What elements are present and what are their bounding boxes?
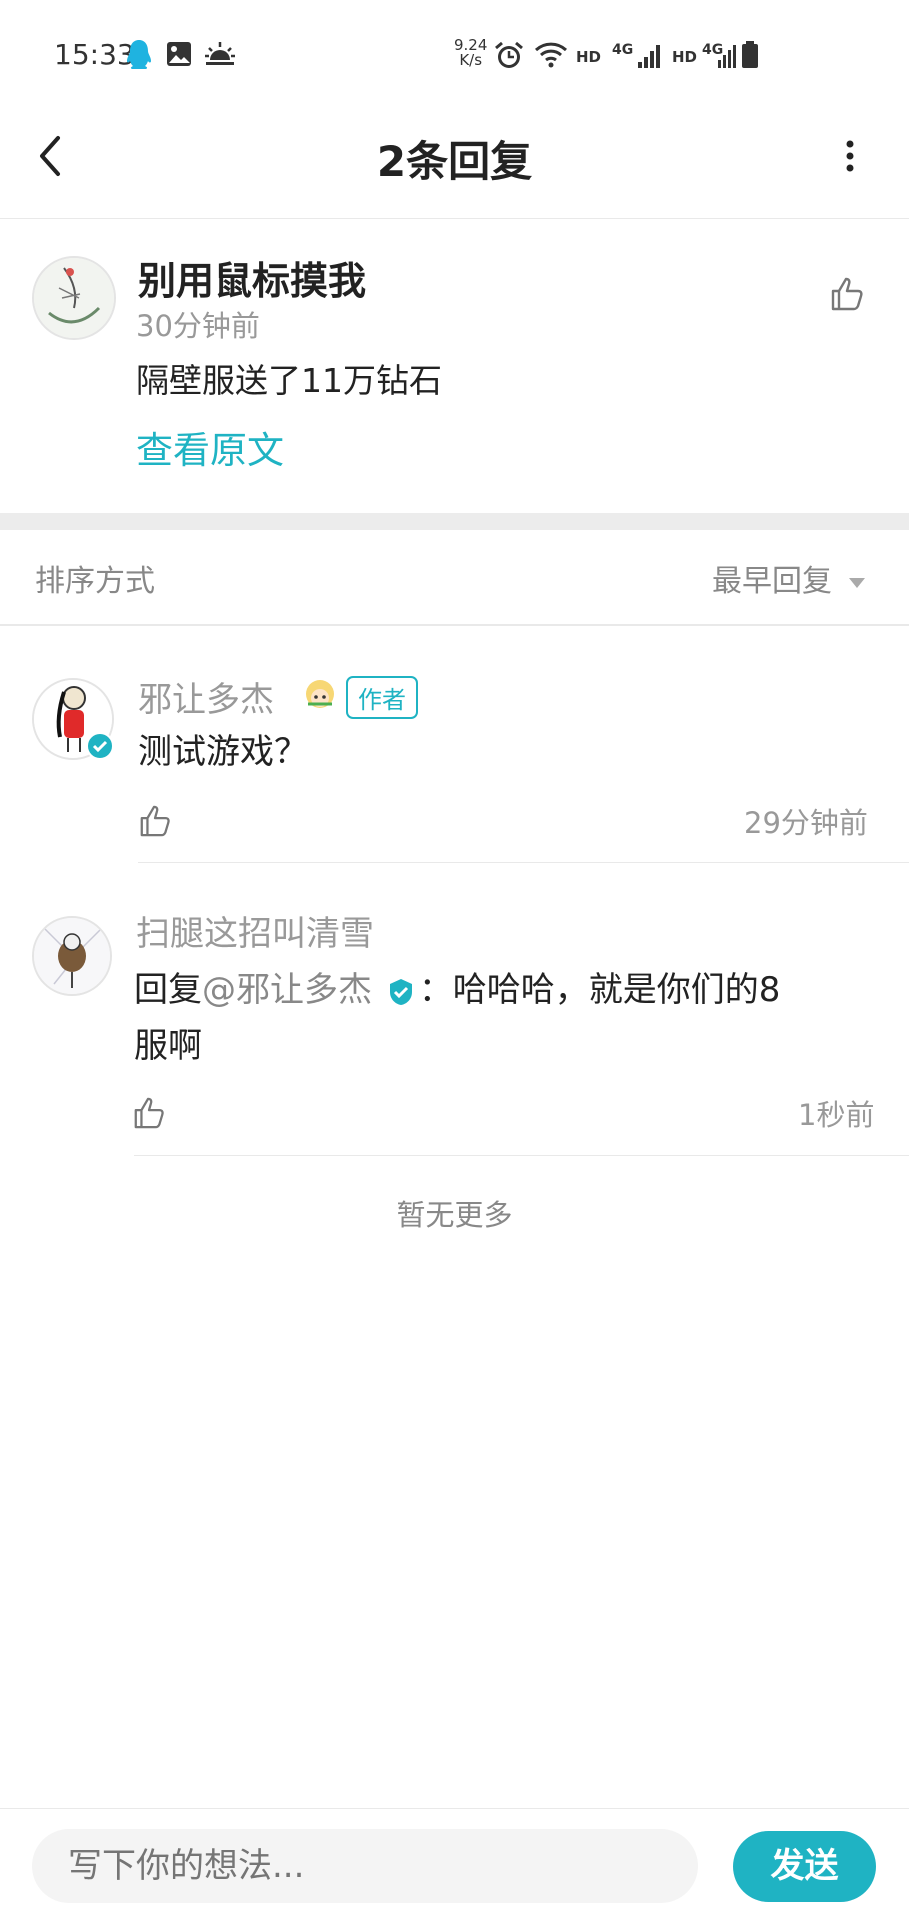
like-icon[interactable] (830, 276, 864, 312)
reply-author-name-2[interactable]: 扫腿这招叫清雪 (136, 906, 374, 955)
reply-content-line2: 服啊 (134, 1026, 202, 1066)
reply-content-line1: ：哈哈哈，就是你们的8 (418, 970, 781, 1010)
view-original-link[interactable]: 查看原文 (136, 420, 284, 474)
reply-divider (138, 862, 909, 863)
verified-icon (86, 732, 114, 760)
page-title: 2条回复 (376, 137, 533, 186)
signal-4g-icon: 4G (612, 42, 634, 58)
reply-avatar-image-2 (34, 918, 110, 994)
reply-author-name[interactable]: 邪让多杰 (138, 672, 274, 721)
op-avatar-image (34, 258, 114, 338)
send-button[interactable]: 发送 (733, 1831, 876, 1902)
sort-divider (0, 624, 909, 626)
reply-content: 测试游戏？ (138, 732, 308, 772)
op-author-name[interactable]: 别用鼠标摸我 (138, 250, 366, 305)
hd-icon-2: HD (672, 48, 698, 66)
reply-timestamp: 29分钟前 (744, 806, 868, 840)
reply-avatar-2[interactable] (32, 916, 112, 996)
battery-icon (742, 41, 758, 68)
signal-bars-icon-2 (718, 45, 736, 68)
wifi-icon (534, 42, 568, 68)
qq-icon (127, 40, 151, 69)
chevron-down-icon (848, 577, 865, 588)
more-vertical-icon[interactable] (840, 138, 860, 174)
reply-like-icon-2[interactable] (132, 1096, 166, 1130)
alarm-icon (495, 41, 523, 68)
mention-link[interactable]: @邪让多杰 (202, 970, 372, 1010)
sort-value: 最早回复 (712, 564, 832, 599)
sort-dropdown[interactable]: 最早回复 (712, 556, 866, 600)
no-more-text: 暂无更多 (396, 1198, 513, 1232)
mention-verified-icon (389, 978, 412, 1005)
section-gap (0, 513, 909, 530)
hd-icon: HD (576, 48, 602, 66)
character-emoji-icon (306, 680, 334, 708)
sort-label: 排序方式 (35, 564, 155, 599)
signal-bars-icon (638, 45, 660, 68)
header-divider (0, 218, 909, 219)
bottom-bar-divider (0, 1808, 909, 1809)
weather-icon (205, 42, 235, 65)
reply-divider-2 (134, 1155, 909, 1156)
reply-timestamp-2: 1秒前 (798, 1098, 875, 1132)
author-badge: 作者 (346, 676, 418, 719)
reply-like-icon[interactable] (138, 804, 172, 838)
comment-input[interactable] (32, 1829, 698, 1903)
gallery-icon (167, 42, 191, 66)
reply-content-2: 回复@邪让多杰 ：哈哈哈，就是你们的8 服啊 (134, 962, 874, 1074)
reply-prefix: 回复 (134, 970, 202, 1010)
status-time: 15:33 (54, 38, 135, 71)
op-timestamp: 30分钟前 (136, 309, 260, 343)
net-speed: 9.24 K/s (454, 36, 488, 69)
op-content: 隔壁服送了11万钻石 (136, 361, 442, 400)
op-avatar[interactable] (32, 256, 116, 340)
